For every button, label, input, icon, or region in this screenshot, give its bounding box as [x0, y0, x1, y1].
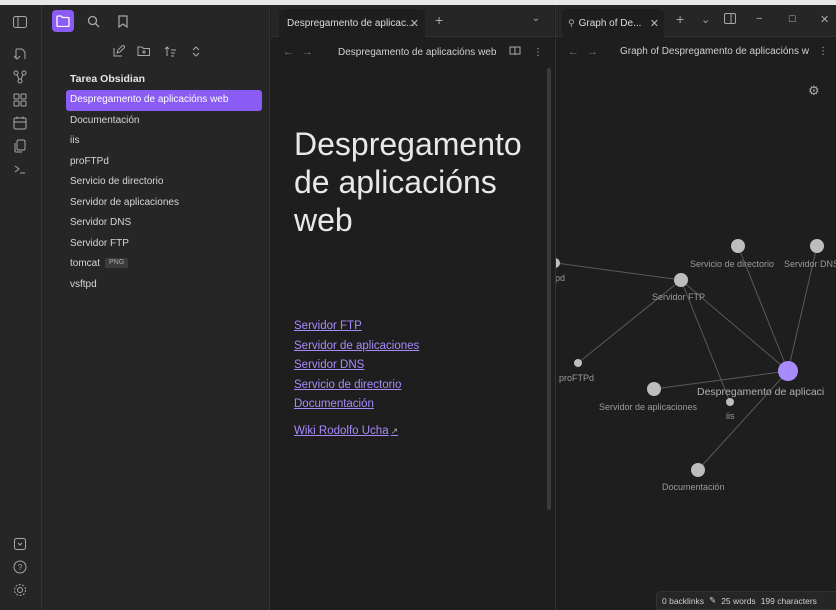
file-item[interactable]: vsftpd: [66, 275, 262, 296]
file-item[interactable]: iis: [66, 131, 262, 152]
reading-view-icon[interactable]: [509, 46, 521, 59]
pencil-icon[interactable]: ✎: [709, 595, 716, 606]
editor-pane: Despregamento de aplicac... ✕ + ⌄ ←→ Des…: [271, 5, 554, 610]
templates-icon[interactable]: [11, 137, 29, 155]
external-link[interactable]: Wiki Rodolfo Ucha: [294, 425, 389, 437]
close-icon[interactable]: ✕: [410, 17, 419, 30]
graph-pane: ⚲ Graph of De... ✕ + ⌄ − ☐ ✕ ←→ Graph of…: [555, 5, 836, 610]
file-item[interactable]: Servidor DNS: [66, 213, 262, 234]
editor-tab[interactable]: Despregamento de aplicac... ✕: [279, 9, 425, 37]
graph-node-label: iis: [726, 411, 735, 421]
sidebar-tab-bar: [42, 5, 270, 37]
graph-node-label: Servicio de directorio: [690, 259, 774, 269]
sort-order-icon[interactable]: [162, 43, 178, 59]
graph-node-label: Servidor FTP: [652, 292, 705, 302]
file-item-label: iis: [70, 135, 80, 146]
graph-node-label: proFTPd: [559, 373, 594, 383]
file-nav-actions: [110, 43, 204, 59]
search-icon[interactable]: [82, 10, 104, 32]
document-title: Despregamento de aplicacións web: [294, 126, 522, 238]
backlinks-count[interactable]: 0 backlinks: [662, 596, 704, 606]
canvas-icon[interactable]: [11, 91, 29, 109]
file-item[interactable]: Documentación: [66, 111, 262, 132]
settings-icon[interactable]: [11, 581, 29, 599]
new-tab-icon[interactable]: +: [435, 12, 443, 28]
internal-link[interactable]: Servidor DNS: [294, 356, 419, 376]
graph-node-label: pd: [556, 273, 565, 283]
file-item-label: Despregamento de aplicacións web: [70, 94, 229, 105]
external-link-icon: ↗: [390, 426, 399, 436]
more-options-icon[interactable]: ⋮: [533, 47, 543, 58]
graph-canvas[interactable]: Servicio de directorio Servidor DNS Serv…: [556, 5, 836, 610]
help-icon[interactable]: ?: [11, 558, 29, 576]
open-quick-switcher-icon[interactable]: [11, 45, 29, 63]
internal-link[interactable]: Documentación: [294, 395, 419, 415]
graph-node-label: Despregamento de aplicaci: [697, 386, 824, 398]
file-item-label: tomcat: [70, 258, 101, 269]
vault-switch-icon[interactable]: [11, 535, 29, 553]
svg-text:?: ?: [18, 563, 23, 572]
editor-tab-label: Despregamento de aplicac...: [287, 17, 415, 29]
vault-name[interactable]: Tarea Obsidian: [70, 73, 145, 85]
file-item[interactable]: Despregamento de aplicacións web: [66, 90, 262, 111]
graph-node-active[interactable]: [778, 361, 798, 381]
navigation-arrows-icon[interactable]: ←→: [283, 46, 321, 58]
editor-scrollbar[interactable]: [547, 68, 551, 510]
file-item-label: Servidor FTP: [70, 237, 129, 249]
files-icon[interactable]: [52, 10, 74, 32]
editor-view-header: ←→ Despregamento de aplicacións web ⋮: [271, 38, 554, 66]
new-folder-icon[interactable]: [136, 43, 152, 59]
file-item-label: Servidor DNS: [70, 217, 132, 228]
sidebar-toggle-icon[interactable]: [11, 13, 29, 31]
file-item[interactable]: proFTPd: [66, 152, 262, 173]
bookmarks-icon[interactable]: [112, 10, 134, 32]
editor-tab-bar: Despregamento de aplicac... ✕ + ⌄: [271, 5, 554, 37]
file-tree: Despregamento de aplicacións web Documen…: [66, 90, 262, 295]
file-item[interactable]: Servicio de directorio: [66, 172, 262, 193]
graph-node[interactable]: [726, 398, 734, 406]
file-type-badge: PNG: [105, 258, 129, 269]
character-count: 199 characters: [760, 595, 817, 606]
internal-link[interactable]: Servidor de aplicaciones: [294, 337, 419, 357]
terminal-icon[interactable]: [11, 160, 29, 178]
graph-node-label: Servidor de aplicaciones: [599, 402, 698, 412]
external-link-row: Wiki Rodolfo Ucha ↗: [294, 425, 398, 437]
graph-node[interactable]: [731, 239, 745, 253]
graph-view-icon[interactable]: [11, 68, 29, 86]
graph-edge: [556, 262, 682, 281]
file-explorer-sidebar: Tarea Obsidian Despregamento de aplicaci…: [42, 5, 270, 610]
chevron-down-icon[interactable]: ⌄: [532, 13, 540, 24]
file-item-label: vsftpd: [70, 278, 97, 290]
file-item[interactable]: Servidor de aplicaciones: [66, 193, 262, 214]
file-item-label: Servidor de aplicaciones: [70, 196, 179, 208]
graph-node-label: Documentación: [662, 482, 725, 492]
graph-node[interactable]: [691, 463, 705, 477]
file-item[interactable]: tomcat PNG: [66, 254, 262, 275]
file-item[interactable]: Servidor FTP: [66, 234, 262, 255]
file-item-label: Documentación: [70, 114, 140, 126]
internal-link[interactable]: Servicio de directorio: [294, 376, 419, 396]
graph-node-label: Servidor DNS: [784, 259, 836, 269]
document-links: Servidor FTP Servidor de aplicaciones Se…: [294, 317, 419, 415]
collapse-all-icon[interactable]: [188, 43, 204, 59]
internal-link[interactable]: Servidor FTP: [294, 317, 419, 337]
editor-view-title[interactable]: Despregamento de aplicacións web: [338, 47, 496, 58]
left-ribbon: ?: [0, 5, 42, 610]
graph-node[interactable]: [574, 359, 582, 367]
file-item-label: Servicio de directorio: [70, 176, 164, 187]
daily-note-icon[interactable]: [11, 114, 29, 132]
graph-node[interactable]: [674, 273, 688, 287]
file-item-label: proFTPd: [70, 155, 109, 167]
graph-node[interactable]: [647, 382, 661, 396]
status-bar: 0 backlinks ✎ 25 words 199 characters: [656, 591, 836, 610]
new-note-icon[interactable]: [110, 43, 126, 59]
graph-node[interactable]: [556, 258, 560, 268]
graph-node[interactable]: [810, 239, 824, 253]
word-count: 25 words: [721, 595, 756, 606]
